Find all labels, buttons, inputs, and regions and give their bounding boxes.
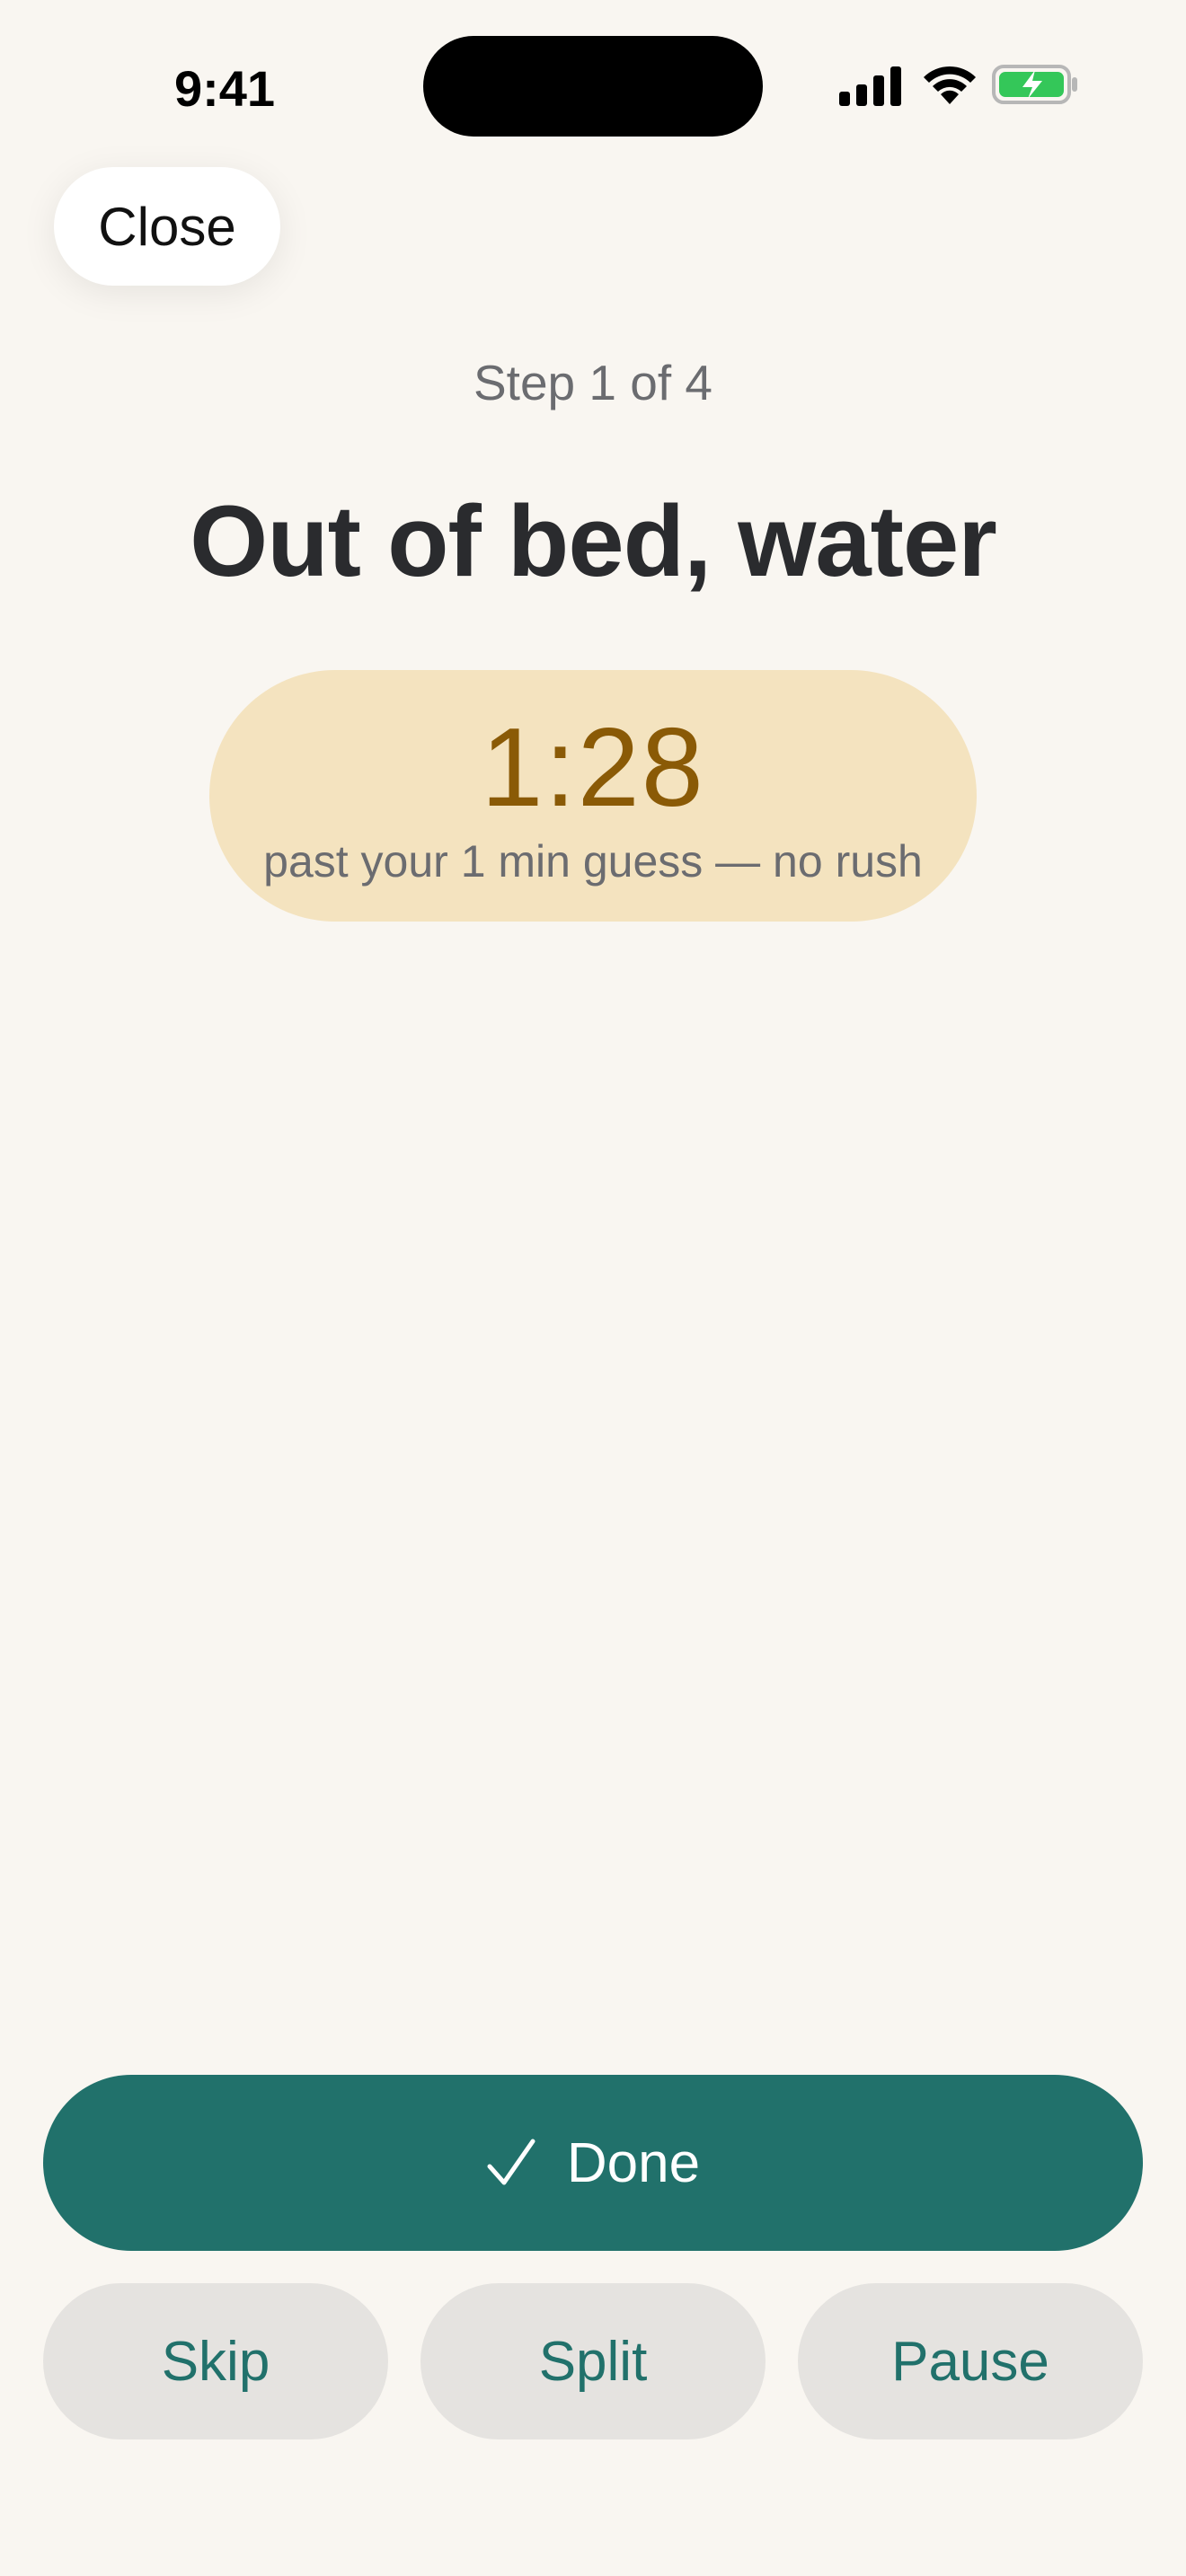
- step-counter: Step 1 of 4: [473, 355, 713, 410]
- checkmark-icon: [487, 2139, 535, 2185]
- done-button[interactable]: Done: [43, 2075, 1143, 2251]
- status-icons: [839, 63, 1082, 110]
- skip-button[interactable]: Skip: [43, 2283, 388, 2439]
- done-label: Done: [566, 2131, 701, 2194]
- timer-note: past your 1 min guess — no rush: [263, 836, 923, 887]
- status-bar: 9:41: [0, 0, 1186, 171]
- pause-button[interactable]: Pause: [798, 2283, 1143, 2439]
- wifi-icon: [924, 66, 976, 104]
- split-button[interactable]: Split: [420, 2283, 766, 2439]
- timer-elapsed: 1:28: [481, 706, 705, 830]
- step-title: Out of bed, water: [190, 485, 997, 597]
- secondary-actions: Skip Split Pause: [43, 2283, 1143, 2439]
- status-time: 9:41: [173, 60, 276, 117]
- signal-icon: [839, 66, 901, 106]
- battery-charging-icon: [992, 65, 1077, 104]
- dynamic-island: [423, 36, 763, 137]
- close-button[interactable]: Close: [54, 167, 280, 286]
- timer-pill: 1:28 past your 1 min guess — no rush: [209, 670, 977, 922]
